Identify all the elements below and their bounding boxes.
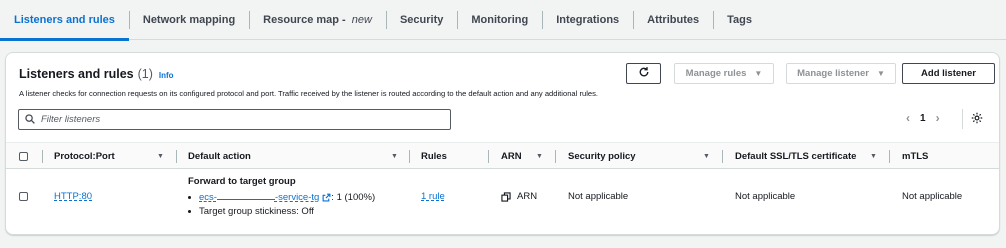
caret-down-icon: ▼ [876,69,885,78]
tab-attributes[interactable]: Attributes [633,0,713,40]
row-checkbox[interactable] [19,192,28,201]
mtls-value: Not applicable [902,191,963,202]
stickiness-item: Target group stickiness: Off [188,206,314,217]
page-number[interactable]: 1 [920,113,926,124]
rules-link[interactable]: 1 rule [421,191,445,202]
refresh-icon [638,66,650,81]
divider [962,109,963,129]
tab-network-mapping[interactable]: Network mapping [128,0,249,40]
panel-title: Listeners and rules [19,67,134,81]
tab-label: Monitoring [471,13,529,26]
manage-rules-label: Manage rules [685,68,747,79]
manage-listener-label: Manage listener [797,68,869,79]
target-group-item: ecs- -service-tg : 1 (100%) [188,191,376,204]
listener-count: (1) [137,67,153,81]
header-label: ARN [501,151,522,162]
settings-button[interactable] [971,112,983,127]
arn-copy[interactable]: ARN [501,191,537,202]
tab-label: Security [399,13,444,26]
header-rules[interactable]: Rules [421,143,447,170]
column-divider [409,150,410,163]
column-divider [176,150,177,163]
tab-label: Attributes [647,13,700,26]
tab-listeners-and-rules[interactable]: Listeners and rules [0,0,129,41]
tab-label: Tags [727,13,752,26]
manage-rules-button[interactable]: Manage rules ▼ [674,63,774,84]
column-divider [488,150,489,163]
target-group-weight: : 1 (100%) [331,191,376,203]
tab-security[interactable]: Security [385,0,457,40]
protocol-port-link[interactable]: HTTP:80 [54,191,92,202]
action-title: Forward to target group [188,176,296,187]
header-label: Security policy [568,151,636,162]
security-policy-value: Not applicable [568,191,629,202]
header-security-policy[interactable]: Security policy [568,143,636,170]
column-divider [555,150,556,163]
filter-listeners[interactable] [18,109,451,130]
tab-label: Integrations [556,13,620,26]
chevron-left-icon[interactable]: ‹ [906,111,910,125]
add-listener-label: Add listener [921,68,976,79]
tab-integrations[interactable]: Integrations [542,0,633,40]
refresh-button[interactable] [626,63,661,84]
redacted-text [216,191,275,200]
column-divider [889,150,890,163]
gear-icon [971,112,983,127]
header-label: Default action [188,151,251,162]
listeners-panel: Listeners and rules (1) Info A listener … [5,52,1000,235]
stickiness-text: Target group stickiness: Off [199,206,314,217]
header-protocol-port[interactable]: Protocol:Port [54,143,115,170]
header-label: mTLS [902,151,929,162]
manage-listener-button[interactable]: Manage listener ▼ [786,63,896,84]
header-label: Rules [421,151,447,162]
tab-label: Listeners and rules [14,13,115,26]
target-group-prefix: ecs- [199,192,217,203]
target-group-suffix: -service-tg [274,192,320,203]
add-listener-button[interactable]: Add listener [902,63,995,84]
header-mtls[interactable]: mTLS [902,143,928,170]
sort-icon[interactable]: ▼ [870,153,877,160]
chevron-right-icon[interactable]: › [936,111,940,125]
panel-description: A listener checks for connection request… [19,89,599,98]
tab-label: Network mapping [142,13,236,26]
tab-label: Resource map - [263,13,349,26]
table-header: Protocol:Port ▼ Default action ▼ Rules A… [6,142,999,170]
column-divider [42,150,43,163]
header-default-action[interactable]: Default action [188,143,251,170]
filter-input[interactable] [41,114,431,125]
pagination: ‹ 1 › [906,111,940,125]
arn-label: ARN [517,191,538,202]
info-link[interactable]: Info [159,71,174,80]
external-link-icon[interactable] [322,193,331,202]
sort-icon[interactable]: ▼ [391,153,398,160]
header-arn[interactable]: ARN [501,143,522,170]
header-label: Protocol:Port [54,151,115,162]
caret-down-icon: ▼ [754,69,763,78]
tab-resource-map[interactable]: Resource map - new [249,0,386,40]
panel-header: Listeners and rules (1) Info [19,67,174,81]
tab-bar: Listeners and rules Network mapping Reso… [0,0,1006,41]
table-row: HTTP:80 Forward to target group ecs- -ser… [6,169,999,225]
sort-icon[interactable]: ▼ [157,153,164,160]
new-badge: new [351,13,372,26]
search-icon [25,113,35,127]
column-divider [722,150,723,163]
tab-monitoring[interactable]: Monitoring [457,0,542,40]
header-ssl-certificate[interactable]: Default SSL/TLS certificate [735,143,856,170]
target-group-link[interactable]: ecs- -service-tg [199,191,319,203]
header-label: Default SSL/TLS certificate [735,151,857,162]
sort-icon[interactable]: ▼ [703,153,710,160]
copy-icon [501,191,511,202]
ssl-certificate-value: Not applicable [735,191,796,202]
sort-icon[interactable]: ▼ [536,153,543,160]
select-all-checkbox[interactable] [19,143,28,170]
tab-tags[interactable]: Tags [713,0,766,40]
